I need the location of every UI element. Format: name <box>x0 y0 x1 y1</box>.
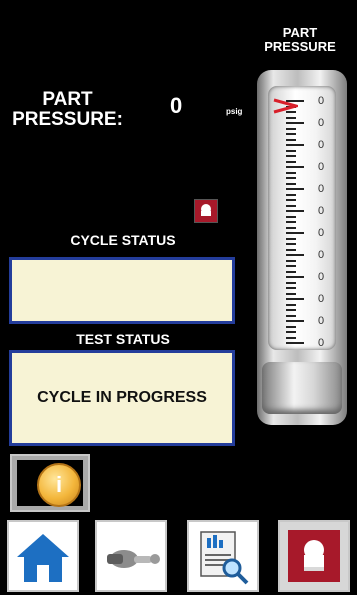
gauge-tick-label: 0 <box>318 337 325 349</box>
test-status-value: CYCLE IN PROGRESS <box>37 389 207 406</box>
brand-button[interactable] <box>278 520 350 592</box>
test-status-box: CYCLE IN PROGRESS <box>9 350 235 446</box>
report-button[interactable] <box>187 520 259 592</box>
gauge-minor-tick <box>286 133 296 135</box>
coupler-button[interactable] <box>95 520 167 592</box>
gauge-major-tick <box>286 210 304 212</box>
gauge-major-tick <box>286 276 304 278</box>
gauge-minor-tick <box>286 292 296 295</box>
report-search-icon <box>189 522 257 590</box>
gauge-minor-tick <box>286 270 296 273</box>
info-icon: i <box>37 463 81 507</box>
cycle-status-box <box>9 257 235 324</box>
brand-mini-icon[interactable] <box>194 199 218 223</box>
gauge-tick-label: 0 <box>318 95 325 107</box>
gauge-minor-tick <box>286 182 296 185</box>
gauge-minor-tick <box>286 215 296 218</box>
gauge-major-tick <box>286 232 304 234</box>
chef-icon <box>201 204 211 216</box>
gauge-minor-tick <box>286 331 296 333</box>
part-label-line2: PRESSURE: <box>12 109 123 130</box>
gauge-minor-tick <box>286 336 296 339</box>
gauge-major-tick <box>286 320 304 322</box>
gauge-tick-label: 0 <box>318 293 325 305</box>
chef-brand-icon <box>280 522 348 590</box>
home-icon <box>9 522 77 590</box>
gauge-minor-tick <box>286 243 296 245</box>
gauge-tick-label: 0 <box>318 139 325 151</box>
gauge-major-tick <box>286 342 304 344</box>
part-pressure-label: PART PRESSURE: <box>10 90 125 130</box>
part-pressure-unit: psig <box>226 107 243 116</box>
gauge-major-tick <box>286 188 304 190</box>
gauge-minor-tick <box>286 287 296 289</box>
gauge-minor-tick <box>286 259 296 262</box>
gauge-major-tick <box>286 122 304 124</box>
gauge-minor-tick <box>286 204 296 207</box>
coupler-icon <box>97 522 165 590</box>
gauge-major-tick <box>286 298 304 300</box>
gauge-tick-label: 0 <box>318 227 325 239</box>
cycle-status-label: CYCLE STATUS <box>70 232 176 248</box>
gauge-major-tick <box>286 254 304 256</box>
gauge-minor-tick <box>286 149 296 152</box>
gauge-major-tick <box>286 166 304 168</box>
part-pressure-value: 0 <box>170 93 183 118</box>
gauge-minor-tick <box>286 281 296 284</box>
gauge-tick-label: 0 <box>318 117 325 129</box>
home-button[interactable] <box>7 520 79 592</box>
gauge-tick-label: 0 <box>318 161 325 173</box>
gauge-minor-tick <box>286 155 296 157</box>
gauge-minor-tick <box>286 193 296 196</box>
gauge-minor-tick <box>286 138 296 141</box>
gauge-tick-label: 0 <box>318 315 325 327</box>
gauge-tick-label: 0 <box>318 271 325 283</box>
gauge-minor-tick <box>286 171 296 174</box>
gauge-minor-tick <box>286 309 296 311</box>
gauge-minor-tick <box>286 248 296 251</box>
gauge-minor-tick <box>286 160 296 163</box>
test-status-label: TEST STATUS <box>76 331 170 347</box>
gauge-minor-tick <box>286 314 296 317</box>
gauge-tick-label: 0 <box>318 249 325 261</box>
gauge-minor-tick <box>286 199 296 201</box>
gauge-minor-tick <box>286 127 296 130</box>
gauge-title-line1: PART <box>282 25 318 40</box>
gauge-tick-label: 0 <box>318 205 325 217</box>
gauge-minor-tick <box>286 303 296 306</box>
gauge-title-line2: PRESSURE <box>264 39 336 54</box>
info-button-inner: i <box>17 460 83 507</box>
gauge-major-tick <box>286 144 304 146</box>
gauge-minor-tick <box>286 265 296 267</box>
gauge-minor-tick <box>286 237 296 240</box>
gauge-minor-tick <box>286 325 296 328</box>
gauge-minor-tick <box>286 177 296 179</box>
gauge-pointer-icon <box>273 98 298 114</box>
info-button[interactable]: i <box>10 454 90 512</box>
gauge-scale: 0 0 0 0 0 0 0 0 0 0 0 0 <box>268 86 336 350</box>
gauge-tick-label: 0 <box>318 183 325 195</box>
gauge-base <box>262 362 342 414</box>
part-label-line1: PART <box>42 89 93 110</box>
gauge-title: PART PRESSURE <box>250 26 350 54</box>
gauge-minor-tick <box>286 221 296 223</box>
gauge-minor-tick <box>286 226 296 229</box>
gauge-minor-tick <box>286 116 296 119</box>
